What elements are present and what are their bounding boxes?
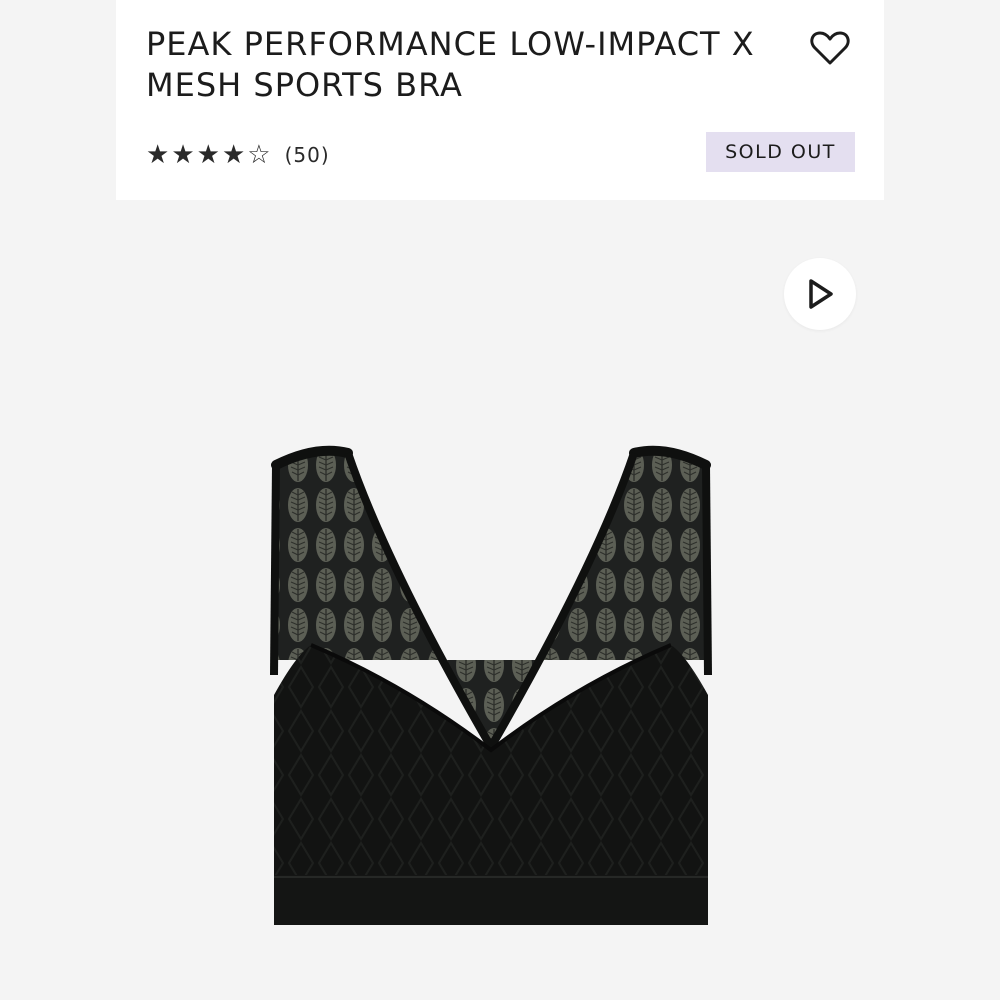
product-header: PEAK PERFORMANCE LOW-IMPACT X MESH SPORT…	[116, 0, 884, 200]
heart-icon	[810, 31, 850, 65]
product-title: PEAK PERFORMANCE LOW-IMPACT X MESH SPORT…	[146, 25, 755, 104]
play-video-button[interactable]	[784, 258, 856, 330]
play-icon	[809, 279, 833, 309]
star-filled-icon: ★	[196, 140, 220, 170]
review-count[interactable]: (50)	[285, 143, 330, 167]
star-empty-icon: ☆	[247, 140, 271, 170]
star-rating: ★ ★ ★ ★ ☆	[146, 142, 271, 168]
star-filled-icon: ★	[146, 140, 170, 170]
sold-out-badge: SOLD OUT	[706, 132, 855, 172]
rating[interactable]: ★ ★ ★ ★ ☆ (50)	[146, 139, 330, 171]
star-filled-icon: ★	[171, 140, 195, 170]
wishlist-button[interactable]	[808, 26, 852, 70]
product-gallery[interactable]	[116, 200, 884, 1000]
star-filled-icon: ★	[221, 140, 246, 170]
product-image	[270, 445, 712, 925]
